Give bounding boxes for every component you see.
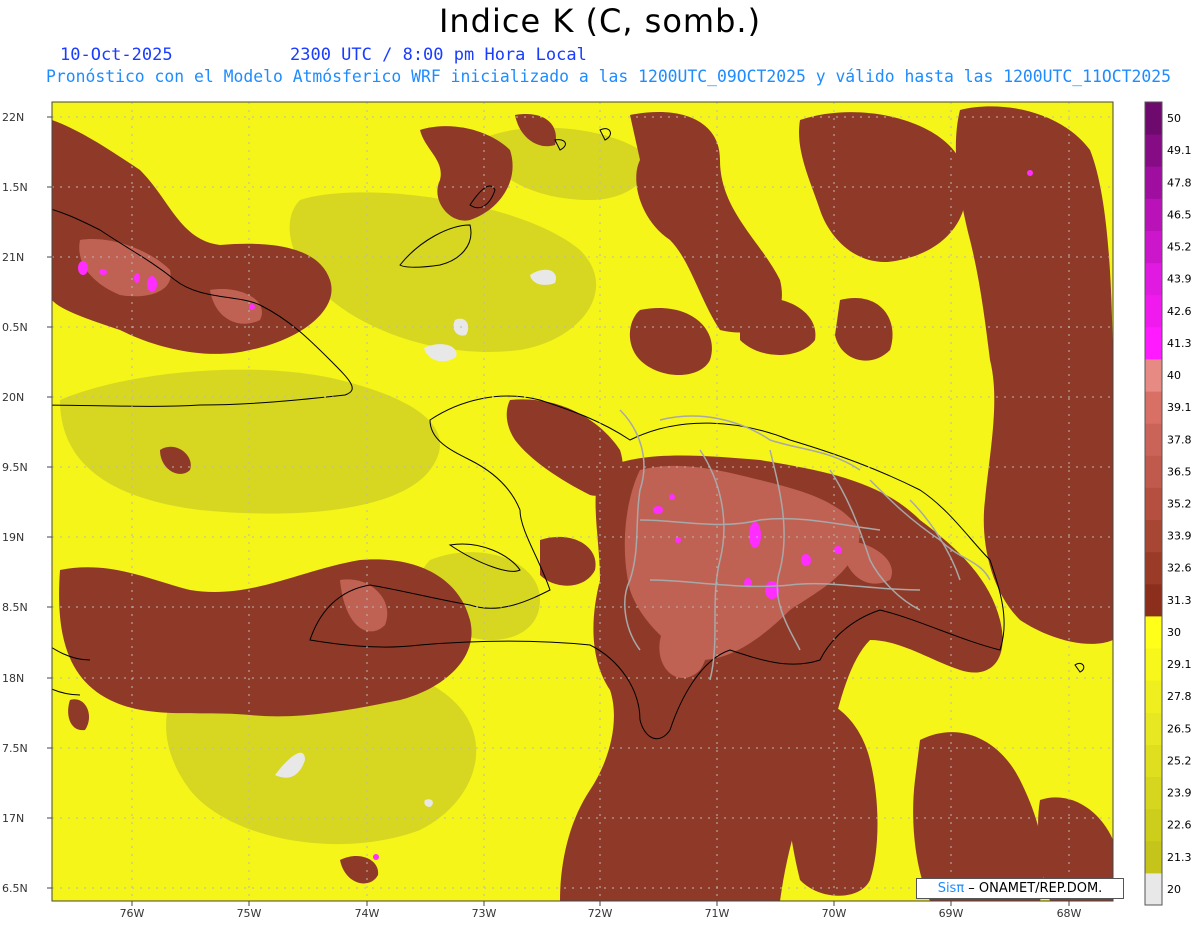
colorbar-swatch [1145, 872, 1162, 906]
lon-label: 74W [355, 907, 380, 920]
lat-label: 21N [2, 251, 24, 264]
lat-ticks [47, 116, 52, 889]
colorbar-swatch [1145, 648, 1162, 681]
colorbar-label: 37.8 [1167, 433, 1192, 446]
colorbar-swatch [1145, 198, 1162, 231]
lat-label: 19N [2, 531, 24, 544]
credit-box: Sisπ – ONAMET/REP.DOM. [916, 878, 1124, 899]
colorbar-swatch [1145, 712, 1162, 745]
longitude-labels: 76W 75W 74W 73W 72W 71W 70W 69W 68W [120, 907, 1082, 920]
colorbar-swatch [1145, 744, 1162, 777]
colorbar-label: 36.5 [1167, 465, 1192, 478]
colorbar-swatch [1145, 519, 1162, 553]
colorbar-swatch [1145, 583, 1162, 617]
colorbar-label: 21.3 [1167, 851, 1192, 864]
lon-label: 70W [822, 907, 847, 920]
lon-label: 76W [120, 907, 145, 920]
colorbar-swatch [1145, 134, 1162, 167]
map-field [52, 102, 1113, 901]
colorbar-label: 29.1 [1167, 658, 1192, 671]
colorbar-label: 41.3 [1167, 337, 1192, 350]
lon-label: 69W [939, 907, 964, 920]
colorbar-label: 50 [1167, 112, 1181, 125]
colorbar-label: 23.9 [1167, 787, 1192, 800]
lat-label: 22N [2, 111, 24, 124]
colorbar-swatch [1145, 230, 1162, 264]
lat-label: 9.5N [2, 461, 28, 474]
colorbar-label: 46.5 [1167, 208, 1192, 221]
colorbar-label: 32.6 [1167, 562, 1192, 575]
latitude-labels: 22N 1.5N 21N 0.5N 20N 9.5N 19N 8.5N 18N … [2, 111, 28, 895]
colorbar-label: 27.8 [1167, 690, 1192, 703]
colorbar-label: 33.9 [1167, 530, 1192, 543]
colorbar-swatch [1145, 359, 1162, 392]
lon-label: 71W [705, 907, 730, 920]
lat-label: 18N [2, 672, 24, 685]
colorbar-label: 42.6 [1167, 305, 1192, 318]
colorbar-swatch [1145, 551, 1162, 585]
lon-label: 68W [1057, 907, 1082, 920]
colorbar-swatch [1145, 102, 1162, 135]
k-index-map: 22N 1.5N 21N 0.5N 20N 9.5N 19N 8.5N 18N … [2, 101, 1192, 920]
colorbar-label: 35.2 [1167, 498, 1192, 511]
colorbar-swatch [1145, 326, 1162, 360]
colorbar-label: 43.9 [1167, 273, 1192, 286]
colorbar-label: 25.2 [1167, 755, 1192, 768]
colorbar-swatch [1145, 391, 1162, 424]
colorbar-swatch [1145, 455, 1162, 488]
lon-label: 75W [237, 907, 262, 920]
colorbar-swatch [1145, 294, 1162, 328]
colorbar-label: 20 [1167, 883, 1181, 896]
lat-label: 1.5N [2, 181, 28, 194]
colorbar-swatch [1145, 808, 1162, 842]
colorbar-label: 31.3 [1167, 594, 1192, 607]
colorbar-swatch [1145, 840, 1162, 874]
colorbar-label: 22.6 [1167, 819, 1192, 832]
colorbar-label: 47.8 [1167, 176, 1192, 189]
colorbar-label: 39.1 [1167, 401, 1192, 414]
lat-label: 0.5N [2, 321, 28, 334]
lat-label: 8.5N [2, 601, 28, 614]
colorbar-swatch [1145, 487, 1162, 520]
lat-label: 6.5N [2, 882, 28, 895]
lat-label: 17N [2, 812, 24, 825]
sis-logo-text: Sisπ [937, 881, 965, 896]
colorbar-label: 45.2 [1167, 241, 1192, 254]
lon-label: 73W [472, 907, 497, 920]
colorbar-label: 49.1 [1167, 144, 1192, 157]
colorbar-swatch [1145, 423, 1162, 456]
lon-label: 72W [588, 907, 613, 920]
credit-org: – ONAMET/REP.DOM. [964, 881, 1103, 896]
lat-label: 20N [2, 391, 24, 404]
colorbar-label: 30 [1167, 626, 1181, 639]
colorbar: 20 21.3 22.6 23.9 25.2 26.5 27.8 29.1 30 31.3 32.6… [1144, 101, 1192, 906]
lon-ticks [131, 901, 1070, 906]
colorbar-swatch [1145, 262, 1162, 296]
lat-label: 7.5N [2, 742, 28, 755]
colorbar-label: 40 [1167, 369, 1181, 382]
colorbar-swatch [1145, 166, 1162, 199]
colorbar-swatch [1145, 615, 1162, 649]
colorbar-label: 26.5 [1167, 722, 1192, 735]
colorbar-swatch [1145, 680, 1162, 713]
colorbar-swatch [1145, 776, 1162, 810]
